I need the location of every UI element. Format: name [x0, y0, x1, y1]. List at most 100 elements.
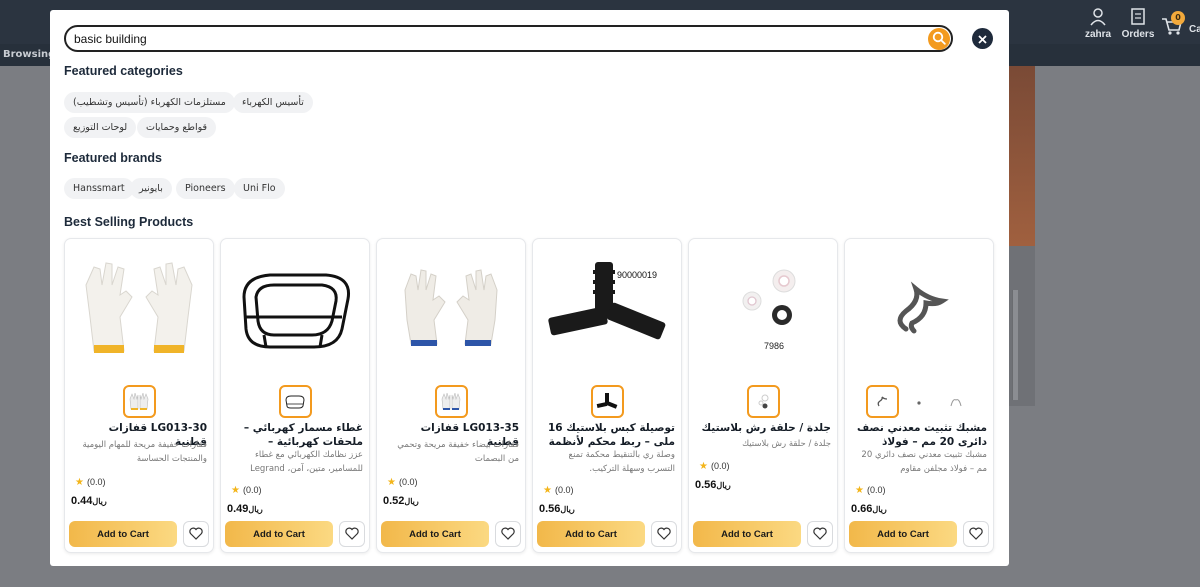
product-thumbnails [533, 385, 681, 418]
star-icon: ★ [75, 477, 84, 488]
close-icon [978, 29, 987, 48]
background-card [1012, 290, 1018, 400]
product-card[interactable]: LG013-30 قفازات قطنية قفازات خفيفة مريحة… [64, 238, 214, 553]
heart-icon [345, 525, 359, 544]
brand-chip[interactable]: Hanssmart [64, 178, 134, 199]
featured-brands-title: Featured brands [64, 151, 162, 165]
brand-chip[interactable]: Pioneers [176, 178, 235, 199]
orders-icon [1120, 7, 1156, 27]
product-rating: ★ (0.0) [75, 477, 106, 488]
cart-button[interactable]: 0 Ca [1160, 7, 1200, 35]
search-input[interactable] [74, 30, 914, 48]
product-image[interactable] [383, 245, 519, 375]
product-thumbnail[interactable] [865, 385, 899, 418]
product-thumbnail[interactable] [434, 385, 468, 418]
product-price: ريال0.52 [383, 495, 419, 507]
product-thumbnail[interactable] [902, 385, 936, 418]
currency-symbol: ريال [404, 497, 419, 506]
heart-icon [813, 525, 827, 544]
product-description: مشبك تثبيت معدني نصف دائري 20 مم – فولاذ… [861, 450, 987, 474]
product-description: قفازات بيضاء خفيفة مريحة وتحمي من البصما… [397, 440, 519, 464]
product-image[interactable]: 7986 [695, 245, 831, 375]
category-chip[interactable]: مستلزمات الكهرباء (تأسيس وتشطيب) [64, 92, 235, 113]
heart-icon [969, 525, 983, 544]
product-thumbnails [689, 385, 837, 418]
heart-icon [657, 525, 671, 544]
product-rating: ★ (0.0) [699, 461, 730, 472]
orders-button[interactable]: Orders [1120, 7, 1156, 40]
featured-categories-title: Featured categories [64, 64, 183, 78]
product-title[interactable]: توصيلة كبس بلاستيك 16 ملى – ربط محكم لأن… [541, 421, 675, 449]
brand-chip[interactable]: Uni Flo [234, 178, 285, 199]
category-chip[interactable]: لوحات التوزيع [64, 117, 137, 138]
account-label: zahra [1084, 29, 1112, 40]
user-icon [1082, 7, 1114, 27]
product-image[interactable] [227, 245, 363, 375]
wishlist-button[interactable] [807, 521, 833, 547]
wishlist-button[interactable] [183, 521, 209, 547]
product-thumbnail[interactable] [939, 385, 973, 418]
currency-symbol: ريال [92, 497, 107, 506]
product-card[interactable]: 90000019 توصيلة كبس بلاستيك 16 ملى – ربط… [532, 238, 682, 553]
product-title[interactable]: غطاء مسمار كهربائي – ملحقات كهربائية – ت… [229, 421, 363, 449]
product-thumbnails [65, 385, 213, 418]
wishlist-button[interactable] [963, 521, 989, 547]
product-card[interactable]: LG013-35 قفازات قطنية قفازات بيضاء خفيفة… [376, 238, 526, 553]
product-image[interactable]: 90000019 [539, 245, 675, 375]
product-price: ريال0.44 [71, 495, 107, 507]
product-card[interactable]: 7986 جلدة / حلقة رش بلاستيك جلدة / حلقة … [688, 238, 838, 553]
product-thumbnail[interactable] [746, 385, 780, 418]
category-chip[interactable]: تأسيس الكهرباء [233, 92, 313, 113]
star-icon: ★ [543, 485, 552, 496]
product-code-label: 7986 [764, 341, 784, 351]
product-code-label: 90000019 [617, 270, 657, 280]
heart-icon [189, 525, 203, 544]
orders-label: Orders [1121, 29, 1155, 40]
product-rating: ★ (0.0) [387, 477, 418, 488]
heart-icon [501, 525, 515, 544]
product-thumbnail[interactable] [278, 385, 312, 418]
search-button[interactable] [928, 28, 950, 50]
product-card[interactable]: مشبك تثبيت معدني نصف دائرى 20 مم – فولاذ… [844, 238, 994, 553]
product-price: ريال0.56 [539, 503, 575, 515]
product-title[interactable]: جلدة / حلقة رش بلاستيك [697, 421, 831, 435]
add-to-cart-button[interactable]: Add to Cart [69, 521, 177, 547]
product-description: قفازات خفيفة مريحة للمهام اليومية والمنت… [82, 440, 207, 464]
product-image[interactable] [71, 245, 207, 375]
add-to-cart-button[interactable]: Add to Cart [381, 521, 489, 547]
add-to-cart-button[interactable]: Add to Cart [537, 521, 645, 547]
currency-symbol: ريال [872, 505, 887, 514]
brand-chip[interactable]: بايونير [130, 178, 172, 199]
currency-symbol: ريال [560, 505, 575, 514]
add-to-cart-button[interactable]: Add to Cart [225, 521, 333, 547]
product-thumbnails [845, 385, 993, 418]
product-thumbnail[interactable] [122, 385, 156, 418]
wishlist-button[interactable] [495, 521, 521, 547]
product-rating: ★ (0.0) [543, 485, 574, 496]
product-image[interactable] [851, 245, 987, 375]
close-button[interactable] [972, 28, 993, 49]
product-thumbnails [377, 385, 525, 418]
product-title[interactable]: مشبك تثبيت معدني نصف دائرى 20 مم – فولاذ [853, 421, 987, 449]
category-chip[interactable]: قواطع وحمايات [137, 117, 217, 138]
wishlist-button[interactable] [339, 521, 365, 547]
cart-label: Ca [1189, 24, 1200, 35]
product-rating: ★ (0.0) [231, 485, 262, 496]
best-selling-title: Best Selling Products [64, 215, 194, 229]
star-icon: ★ [699, 461, 708, 472]
add-to-cart-button[interactable]: Add to Cart [693, 521, 801, 547]
product-price: ريال0.49 [227, 503, 263, 515]
product-thumbnails [221, 385, 369, 418]
product-thumbnail[interactable] [590, 385, 624, 418]
product-description: عزز نظامك الكهربائي مع غطاء للمسامير، مت… [250, 450, 363, 474]
add-to-cart-button[interactable]: Add to Cart [849, 521, 957, 547]
product-card[interactable]: غطاء مسمار كهربائي – ملحقات كهربائية – ت… [220, 238, 370, 553]
search-modal: Featured categories تأسيس الكهرباء مستلز… [50, 10, 1009, 566]
currency-symbol: ريال [716, 481, 731, 490]
product-description: وصلة ري بالتنقيط محكمة تمنع التسرب وسهلة… [568, 450, 675, 474]
wishlist-button[interactable] [651, 521, 677, 547]
background-banner [1009, 66, 1035, 246]
account-button[interactable]: zahra [1082, 7, 1114, 40]
star-icon: ★ [231, 485, 240, 496]
product-price: ريال0.66 [851, 503, 887, 515]
